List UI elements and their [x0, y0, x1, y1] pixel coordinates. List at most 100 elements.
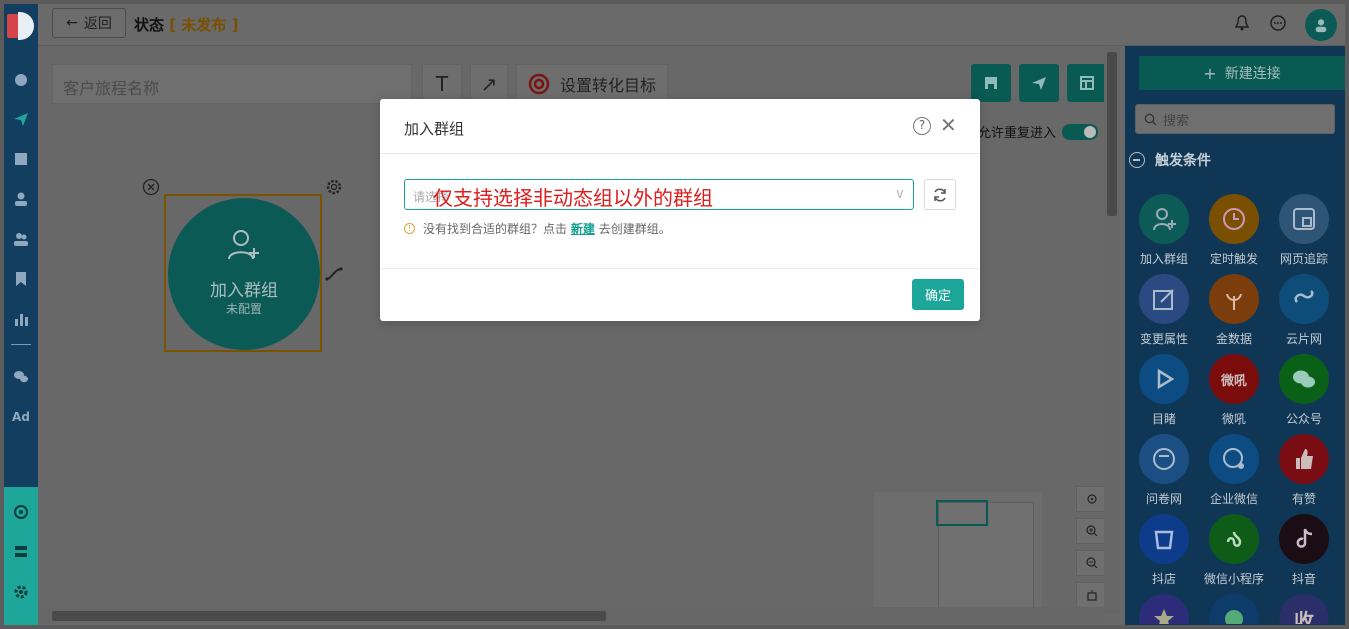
minimap[interactable]: [874, 492, 1042, 614]
new-connection-button[interactable]: + 新建连接: [1139, 56, 1345, 90]
search-icon: [1144, 113, 1157, 125]
status-text: 状态: [134, 16, 165, 34]
plant-icon: [1209, 274, 1259, 324]
smile-icon: [1139, 434, 1189, 484]
trigger-item-label: 金数据: [1215, 332, 1252, 346]
annotation-text: 仅支持选择非动态组以外的群组: [433, 186, 713, 210]
journey-name-input[interactable]: 客户旅程名称: [52, 64, 412, 104]
avatar[interactable]: [1305, 9, 1337, 41]
horizontal-scrollbar[interactable]: [38, 607, 1104, 623]
trigger-item[interactable]: 微信小程序: [1199, 514, 1269, 587]
confirm-button[interactable]: 确定: [912, 279, 964, 310]
remove-node-icon[interactable]: [142, 178, 160, 196]
miniprogram-icon: [1209, 514, 1259, 564]
trigger-item-label: 定时触发: [1209, 252, 1258, 266]
join-group-node[interactable]: 加入群组 未配置: [168, 198, 320, 350]
bar-chart-icon[interactable]: [8, 308, 34, 330]
trigger-section-header[interactable]: 触发条件: [1129, 150, 1211, 170]
bell-icon[interactable]: [1233, 14, 1251, 36]
trigger-item[interactable]: 微吼 微吼: [1199, 354, 1269, 427]
help-icon[interactable]: ?: [913, 117, 931, 135]
trigger-item[interactable]: [1199, 594, 1269, 624]
clock-icon: [1209, 194, 1259, 244]
trigger-item[interactable]: 企业微信: [1199, 434, 1269, 507]
trigger-item-label: 微信小程序: [1203, 572, 1264, 586]
back-button[interactable]: ← 返回: [52, 8, 126, 38]
trigger-item-label: 问卷网: [1145, 492, 1182, 506]
trigger-item[interactable]: 抖音: [1269, 514, 1339, 587]
allow-reentry: 允许重复进入: [978, 122, 1099, 141]
search-placeholder: 搜索: [1163, 113, 1190, 129]
robot-icon: [1087, 590, 1097, 601]
trigger-item[interactable]: 有赞: [1269, 434, 1339, 507]
send-icon[interactable]: [8, 108, 34, 130]
minimap-viewport[interactable]: [936, 500, 988, 526]
trigger-item-label: 加入群组: [1139, 252, 1188, 266]
save-button[interactable]: [971, 64, 1011, 102]
right-panel: + 新建连接 搜索 触发条件 加入群组 定时触发 网页追踪 变更属性 金数据 云片网 目睹微…: [1125, 46, 1345, 625]
status-value-text: 未发布: [181, 16, 227, 34]
conversion-goal-button[interactable]: 设置转化目标: [516, 64, 668, 104]
settings-icon[interactable]: [8, 581, 34, 603]
users-icon[interactable]: [8, 228, 34, 250]
zoom-out-icon: [1086, 557, 1098, 569]
trigger-item[interactable]: 网页追踪: [1269, 194, 1339, 267]
group-select[interactable]: 请选择 仅支持选择非动态组以外的群组 ∨: [404, 179, 914, 210]
trigger-item[interactable]: 问卷网: [1129, 434, 1199, 507]
trigger-item-label: 目睹: [1151, 412, 1176, 426]
template-button[interactable]: [1067, 64, 1107, 102]
user-plus-icon: [1139, 194, 1189, 244]
trigger-icon-glyph: 收: [1294, 608, 1314, 625]
star-icon: [1139, 594, 1189, 624]
user-icon[interactable]: [8, 188, 34, 210]
play-icon: [1139, 354, 1189, 404]
wechat-icon: [1279, 354, 1329, 404]
trigger-item[interactable]: 收: [1269, 594, 1339, 624]
layout-icon[interactable]: [8, 148, 34, 170]
target-icon: [528, 73, 550, 95]
allow-reentry-toggle[interactable]: [1062, 123, 1099, 140]
close-icon[interactable]: ✕: [940, 115, 957, 135]
refresh-button[interactable]: [924, 179, 956, 210]
thumb-up-icon: [1279, 434, 1329, 484]
hint-text: 没有找到合适的群组？点击 新建 去创建群组。: [423, 220, 671, 237]
browser-icon: [1279, 194, 1329, 244]
horizontal-scroll-thumb[interactable]: [52, 611, 606, 621]
trigger-item-label: 有赞: [1291, 492, 1316, 506]
trigger-item[interactable]: 金数据: [1199, 274, 1269, 347]
trigger-item[interactable]: [1129, 594, 1199, 624]
zoom-in-icon: [1086, 525, 1098, 537]
trigger-item[interactable]: 公众号: [1269, 354, 1339, 427]
edit-icon: [1139, 274, 1189, 324]
trigger-item[interactable]: 加入群组: [1129, 194, 1199, 267]
arrow-diagonal-icon: ↗: [480, 72, 498, 96]
trigger-item[interactable]: 云片网: [1269, 274, 1339, 347]
status-value: [ 未发布 ]: [169, 16, 239, 34]
network-icon[interactable]: [8, 501, 34, 523]
dashboard-icon[interactable]: [8, 68, 34, 90]
collapse-icon[interactable]: [1129, 152, 1145, 168]
search-input[interactable]: 搜索: [1135, 104, 1335, 134]
wechat-nav-icon[interactable]: [8, 366, 34, 388]
vertical-scrollbar[interactable]: [1104, 46, 1120, 614]
trigger-item[interactable]: 抖店: [1129, 514, 1199, 587]
text-tool-button[interactable]: T: [422, 64, 462, 104]
trigger-item[interactable]: 目睹: [1129, 354, 1199, 427]
trigger-item[interactable]: 变更属性: [1129, 274, 1199, 347]
publish-button[interactable]: [1019, 64, 1059, 102]
trigger-item[interactable]: 定时触发: [1199, 194, 1269, 267]
trigger-item-label: 企业微信: [1209, 492, 1258, 506]
server-icon[interactable]: [8, 541, 34, 563]
app-logo: [4, 4, 38, 50]
connect-handle-icon[interactable]: [325, 266, 343, 282]
link-icon: [1279, 274, 1329, 324]
bookmark-icon[interactable]: [8, 268, 34, 290]
arrow-tool-button[interactable]: ↗: [470, 64, 508, 104]
create-group-link[interactable]: 新建: [571, 222, 595, 236]
vertical-scroll-thumb[interactable]: [1107, 52, 1117, 216]
top-bar: ← 返回 状态 [ 未发布 ]: [38, 4, 1345, 46]
shou-icon: 收: [1279, 594, 1329, 624]
node-settings-icon[interactable]: [325, 178, 343, 196]
chat-icon[interactable]: [1269, 14, 1287, 36]
ad-icon[interactable]: Ad: [8, 406, 34, 428]
